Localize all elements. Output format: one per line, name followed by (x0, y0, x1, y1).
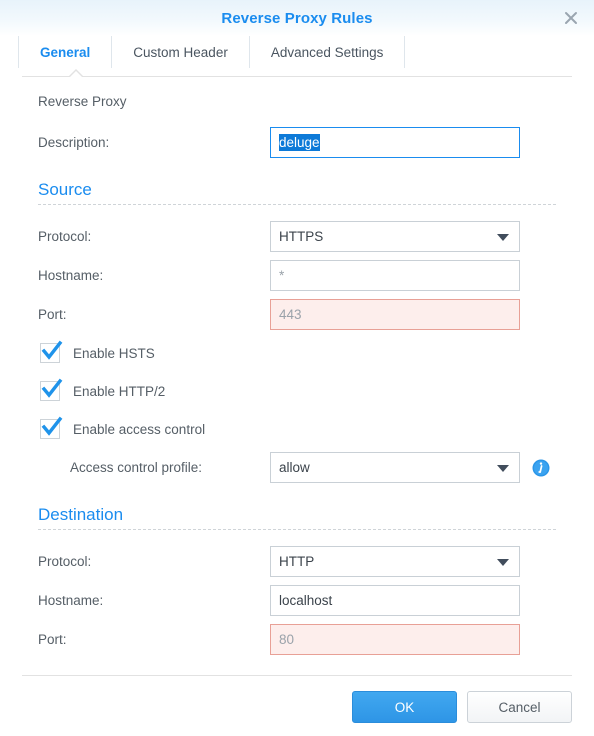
tab-bar: General Custom Header Advanced Settings (0, 36, 594, 68)
destination-hostname-input[interactable] (270, 585, 520, 616)
destination-protocol-select[interactable]: HTTP (270, 546, 520, 577)
tab-advanced-settings-label: Advanced Settings (270, 44, 384, 60)
destination-section-title: Destination (38, 505, 124, 524)
enable-http2-label: Enable HTTP/2 (73, 383, 166, 399)
access-control-profile-value: allow (279, 460, 310, 475)
dialog-footer: OK Cancel (0, 675, 594, 736)
access-control-profile-label: Access control profile: (70, 460, 203, 475)
access-control-profile-select[interactable]: allow (270, 452, 520, 483)
destination-protocol-value: HTTP (279, 554, 315, 569)
source-port-row: Port: (38, 295, 556, 334)
ok-button[interactable]: OK (352, 691, 457, 723)
source-section-title: Source (38, 180, 92, 199)
reverse-proxy-heading: Reverse Proxy (38, 94, 127, 109)
destination-port-input[interactable] (270, 624, 520, 655)
source-hostname-label: Hostname: (38, 268, 104, 283)
active-tab-pointer (68, 69, 84, 78)
info-icon[interactable] (532, 459, 550, 477)
description-field-wrap: deluge (270, 127, 520, 158)
source-hostname-row: Hostname: (38, 256, 556, 295)
description-label: Description: (38, 135, 110, 150)
enable-hsts-row[interactable]: Enable HSTS (38, 334, 556, 372)
destination-protocol-row: Protocol: HTTP (38, 542, 556, 581)
tab-underline-rule (22, 76, 572, 77)
cancel-button[interactable]: Cancel (467, 691, 572, 723)
source-port-label: Port: (38, 307, 67, 322)
enable-access-control-row[interactable]: Enable access control (38, 410, 556, 448)
enable-http2-row[interactable]: Enable HTTP/2 (38, 372, 556, 410)
dialog-body: Reverse Proxy Description: deluge Source… (0, 82, 594, 659)
close-icon[interactable] (558, 5, 584, 31)
tab-general-label: General (40, 44, 91, 60)
source-protocol-select[interactable]: HTTPS (270, 221, 520, 252)
description-row: Description: deluge (38, 123, 556, 162)
footer-button-group: OK Cancel (352, 691, 572, 723)
tab-strip-end-divider (404, 36, 406, 68)
enable-hsts-checkbox[interactable] (40, 340, 63, 363)
tab-general[interactable]: General (18, 36, 111, 68)
source-protocol-label: Protocol: (38, 229, 92, 244)
enable-hsts-label: Enable HSTS (73, 345, 155, 361)
chevron-down-icon (497, 558, 509, 566)
enable-access-control-checkbox[interactable] (40, 416, 63, 439)
tab-underline (0, 68, 594, 82)
dialog-titlebar: Reverse Proxy Rules (0, 0, 594, 36)
destination-protocol-label: Protocol: (38, 554, 92, 569)
chevron-down-icon (497, 464, 509, 472)
reverse-proxy-rules-dialog: Reverse Proxy Rules General Custom Heade… (0, 0, 594, 736)
source-section-divider (38, 204, 556, 205)
description-input[interactable]: deluge (270, 127, 520, 158)
footer-divider (22, 675, 572, 676)
destination-hostname-label: Hostname: (38, 593, 104, 608)
destination-port-row: Port: (38, 620, 556, 659)
source-protocol-value: HTTPS (279, 229, 324, 244)
tab-custom-header[interactable]: Custom Header (111, 36, 249, 68)
tab-advanced-settings[interactable]: Advanced Settings (248, 36, 405, 68)
destination-port-label: Port: (38, 632, 67, 647)
source-hostname-input[interactable] (270, 260, 520, 291)
tab-custom-header-label: Custom Header (133, 44, 228, 60)
source-port-input[interactable] (270, 299, 520, 330)
chevron-down-icon (497, 233, 509, 241)
enable-http2-checkbox[interactable] (40, 378, 63, 401)
access-control-profile-row: Access control profile: allow (38, 448, 556, 487)
description-input-value: deluge (279, 134, 320, 151)
source-protocol-row: Protocol: HTTPS (38, 217, 556, 256)
destination-hostname-row: Hostname: (38, 581, 556, 620)
dialog-title: Reverse Proxy Rules (221, 9, 373, 27)
enable-access-control-label: Enable access control (73, 421, 206, 437)
destination-section-divider (38, 529, 556, 530)
